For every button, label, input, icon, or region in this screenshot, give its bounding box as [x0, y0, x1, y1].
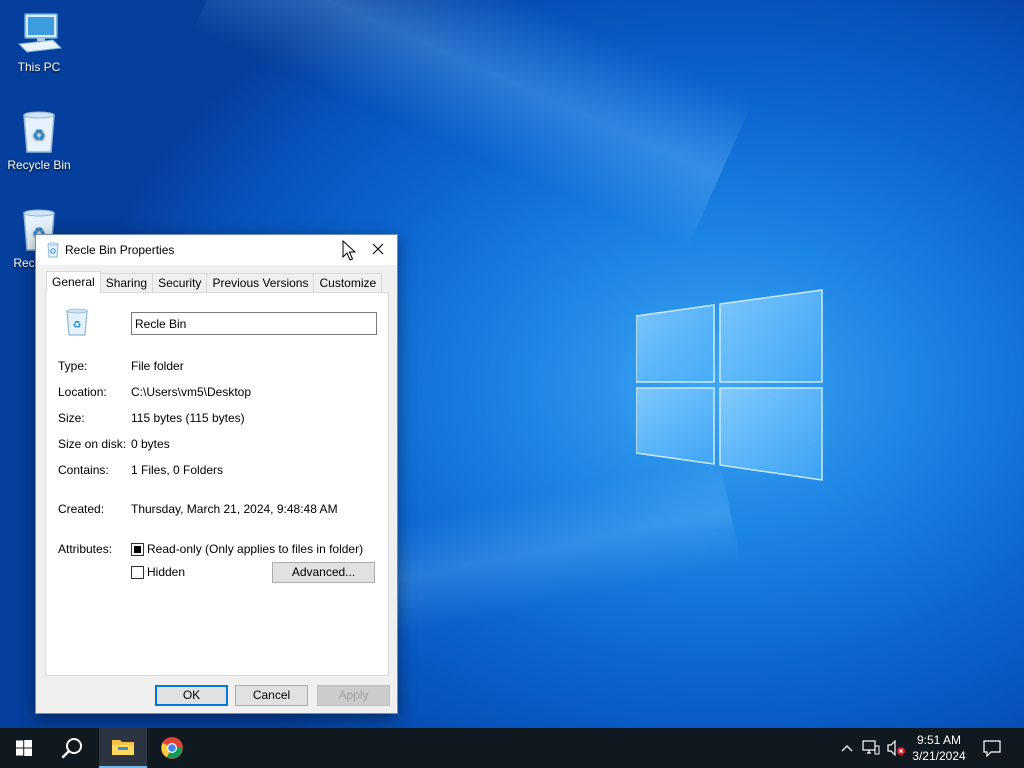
properties-dialog: Recle Bin Properties General Sharing Sec…	[35, 234, 398, 714]
apply-button[interactable]: Apply	[317, 685, 390, 706]
folder-name-input[interactable]	[131, 312, 377, 335]
tab-general[interactable]: General	[46, 271, 101, 293]
light-beam-decoration	[194, 0, 753, 249]
hidden-checkbox[interactable]	[131, 566, 144, 579]
cancel-button[interactable]: Cancel	[235, 685, 308, 706]
location-label: Location:	[58, 385, 107, 399]
readonly-label[interactable]: Read-only (Only applies to files in fold…	[147, 542, 363, 556]
general-tab-panel: ♻ Type: File folder Location: C:\Users\v…	[45, 292, 389, 676]
network-icon	[862, 740, 880, 755]
start-button[interactable]	[0, 728, 48, 768]
svg-text:♻: ♻	[32, 126, 45, 144]
contains-value: 1 Files, 0 Folders	[131, 463, 224, 477]
tab-security[interactable]: Security	[152, 273, 208, 293]
tab-previous-versions[interactable]: Previous Versions	[206, 273, 315, 293]
created-value: Thursday, March 21, 2024, 9:48:48 AM	[131, 502, 338, 516]
desktop-icon-this-pc[interactable]: This PC	[1, 10, 77, 74]
search-button[interactable]	[48, 728, 96, 768]
desktop-icon-label: This PC	[17, 60, 61, 74]
close-icon	[372, 243, 384, 255]
show-hidden-icons-button[interactable]	[838, 728, 856, 768]
type-value: File folder	[131, 359, 184, 373]
taskbar-file-explorer[interactable]	[99, 728, 147, 768]
taskbar: 9:51 AM 3/21/2024	[0, 728, 1024, 768]
desktop-icon-label: Recycle Bin	[7, 158, 71, 172]
mouse-cursor-icon	[342, 240, 356, 261]
divider	[58, 528, 374, 529]
divider	[58, 489, 374, 490]
size-value: 115 bytes (115 bytes)	[131, 411, 245, 425]
volume-muted-icon	[887, 740, 905, 756]
attributes-label: Attributes:	[58, 542, 113, 556]
type-label: Type:	[58, 359, 88, 373]
dialog-title: Recle Bin Properties	[65, 243, 175, 257]
computer-icon	[17, 13, 63, 53]
action-center-button[interactable]	[976, 728, 1008, 768]
start-icon	[16, 740, 32, 756]
recycle-bin-icon: ♻	[66, 308, 88, 336]
size-on-disk-value: 0 bytes	[131, 437, 170, 451]
windows-logo-wallpaper	[636, 289, 823, 481]
size-on-disk-label: Size on disk:	[58, 437, 127, 451]
notification-icon	[983, 740, 1001, 757]
volume-control[interactable]	[884, 728, 908, 768]
hidden-label[interactable]: Hidden	[147, 565, 185, 579]
chevron-up-icon	[841, 745, 853, 752]
tab-strip: General Sharing Security Previous Versio…	[46, 271, 383, 293]
chrome-icon	[161, 737, 183, 759]
location-value: C:\Users\vm5\Desktop	[131, 385, 252, 399]
readonly-checkbox[interactable]	[131, 543, 144, 556]
file-explorer-icon	[112, 740, 134, 755]
svg-text:♻: ♻	[73, 320, 82, 331]
taskbar-clock[interactable]: 9:51 AM 3/21/2024	[908, 732, 970, 764]
divider	[58, 346, 374, 347]
ok-button[interactable]: OK	[155, 685, 228, 706]
contains-label: Contains:	[58, 463, 109, 477]
search-icon	[61, 738, 82, 759]
recycle-bin-icon	[47, 242, 59, 258]
network-status[interactable]	[860, 728, 882, 768]
clock-date: 3/21/2024	[912, 749, 966, 763]
advanced-button[interactable]: Advanced...	[272, 562, 375, 583]
created-label: Created:	[58, 502, 105, 516]
desktop-icon-recycle-bin[interactable]: ♻ Recycle Bin	[1, 108, 77, 172]
size-label: Size:	[58, 411, 85, 425]
close-button[interactable]	[359, 235, 397, 263]
clock-time: 9:51 AM	[916, 733, 962, 747]
tab-sharing[interactable]: Sharing	[99, 273, 154, 293]
tab-customize[interactable]: Customize	[313, 273, 383, 293]
taskbar-chrome[interactable]	[148, 728, 196, 768]
recycle-bin-icon: ♻	[23, 111, 55, 153]
